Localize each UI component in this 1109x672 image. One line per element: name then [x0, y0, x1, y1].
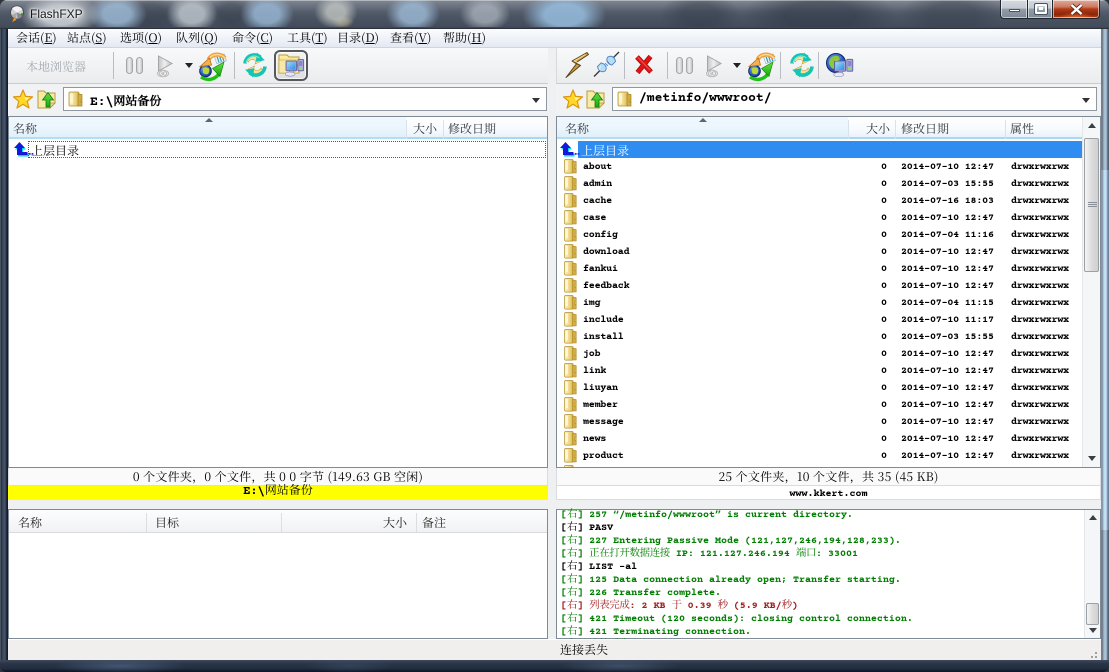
svg-text:GO: GO: [708, 72, 716, 78]
svg-text:GO: GO: [159, 72, 167, 78]
